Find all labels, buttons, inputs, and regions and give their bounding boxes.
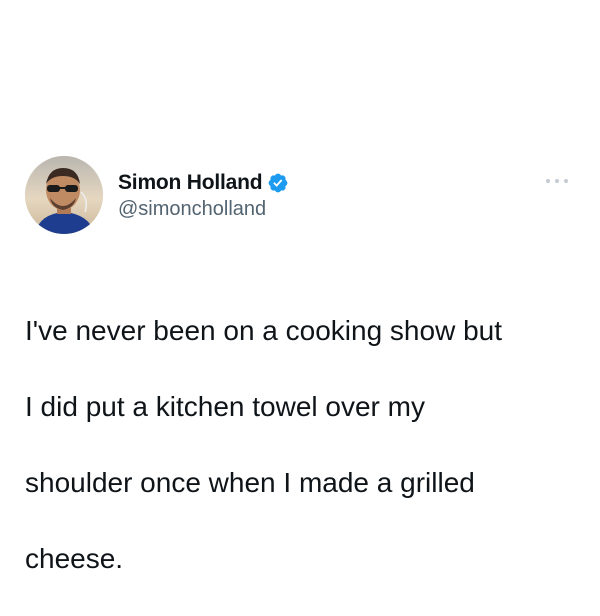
author-block: Simon Holland @simoncholland — [118, 170, 289, 221]
display-name[interactable]: Simon Holland — [118, 171, 263, 195]
verified-badge-icon — [269, 173, 288, 193]
user-handle[interactable]: @simoncholland — [118, 198, 289, 221]
avatar-photo-icon — [25, 156, 103, 234]
tweet-text-line: shoulder once when I made a grilled — [25, 467, 475, 498]
dot — [546, 179, 550, 183]
name-row: Simon Holland — [118, 170, 289, 196]
ellipsis-icon[interactable] — [546, 176, 568, 186]
tweet-text: I've never been on a cooking show but I … — [25, 274, 585, 616]
tweet-text-line: I did put a kitchen towel over my — [25, 391, 425, 422]
dot — [555, 179, 559, 183]
avatar[interactable] — [25, 156, 103, 234]
dot — [564, 179, 568, 183]
tweet-card: Simon Holland @simoncholland I've never … — [0, 0, 600, 587]
tweet-text-line: cheese. — [25, 543, 124, 574]
tweet-text-line: I've never been on a cooking show but — [25, 315, 502, 346]
